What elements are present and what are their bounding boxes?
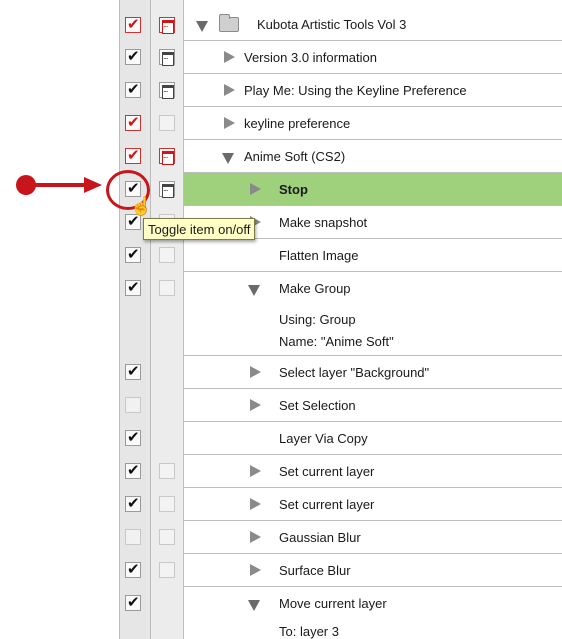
action-toggle-checkbox[interactable] xyxy=(125,113,141,131)
step-dialog-toggle[interactable] xyxy=(159,496,175,512)
step-dialog-toggle[interactable] xyxy=(159,280,175,296)
disclosure-closed-icon[interactable] xyxy=(250,366,261,378)
action-toggle-checkbox[interactable] xyxy=(125,47,141,65)
disclosure-open-icon[interactable] xyxy=(222,153,234,164)
step-toggle-checkbox[interactable] xyxy=(125,494,141,512)
step-toggle-checkbox[interactable] xyxy=(125,362,141,380)
disclosure-closed-icon[interactable] xyxy=(250,465,261,477)
action-dialog-toggle[interactable] xyxy=(159,148,175,165)
action-label: Version 3.0 information xyxy=(244,50,377,65)
annotation-arrowhead xyxy=(84,177,102,193)
step-label: Set current layer xyxy=(279,464,375,479)
step-row[interactable]: Surface Blur xyxy=(184,554,562,587)
step-row-selected[interactable]: Stop xyxy=(184,173,562,206)
disclosure-closed-icon[interactable] xyxy=(224,117,235,129)
disclosure-open-icon[interactable] xyxy=(196,21,208,32)
step-label: Set current layer xyxy=(279,497,375,512)
set-row[interactable]: Kubota Artistic Tools Vol 3 xyxy=(184,8,562,41)
action-label: Anime Soft (CS2) xyxy=(244,149,346,164)
step-toggle-checkbox[interactable] xyxy=(125,593,141,611)
action-toggle-checkbox[interactable] xyxy=(125,146,141,164)
step-dialog-toggle[interactable] xyxy=(159,529,175,545)
step-label: Make Group xyxy=(279,281,351,296)
step-label: Select layer "Background" xyxy=(279,365,430,380)
disclosure-closed-icon[interactable] xyxy=(250,183,261,195)
disclosure-closed-icon[interactable] xyxy=(250,564,261,576)
step-row[interactable]: Set Selection xyxy=(184,389,562,422)
step-label: Layer Via Copy xyxy=(279,431,368,446)
step-toggle-checkbox[interactable] xyxy=(125,461,141,479)
step-label: Set Selection xyxy=(279,398,356,413)
action-row[interactable]: Version 3.0 information xyxy=(184,41,562,74)
step-label: Make snapshot xyxy=(279,215,368,230)
disclosure-open-icon[interactable] xyxy=(248,285,260,296)
step-toggle-checkbox[interactable] xyxy=(125,560,141,578)
step-dialog-toggle[interactable] xyxy=(159,463,175,479)
step-detail: Name: "Anime Soft" xyxy=(279,334,394,349)
disclosure-closed-icon[interactable] xyxy=(224,84,235,96)
action-dialog-toggle[interactable] xyxy=(159,49,175,66)
action-row[interactable]: Anime Soft (CS2) xyxy=(184,140,562,173)
action-label: keyline preference xyxy=(244,116,351,131)
step-label: Gaussian Blur xyxy=(279,530,361,545)
set-dialog-toggle[interactable] xyxy=(159,17,175,34)
step-toggle-checkbox[interactable] xyxy=(125,397,141,413)
disclosure-open-icon[interactable] xyxy=(248,600,260,611)
annotation-dot xyxy=(16,175,36,195)
step-label: Flatten Image xyxy=(279,248,359,263)
step-detail: Using: Group xyxy=(279,312,356,327)
step-row[interactable]: Set current layer xyxy=(184,455,562,488)
set-toggle-checkbox[interactable] xyxy=(125,15,141,33)
step-dialog-toggle[interactable] xyxy=(159,247,175,263)
annotation-arrow xyxy=(34,183,86,187)
action-toggle-checkbox[interactable] xyxy=(125,80,141,98)
step-dialog-toggle[interactable] xyxy=(159,181,175,198)
step-toggle-checkbox[interactable] xyxy=(125,245,141,263)
step-row[interactable]: Flatten Image xyxy=(184,239,562,272)
disclosure-closed-icon[interactable] xyxy=(250,399,261,411)
disclosure-closed-icon[interactable] xyxy=(250,531,261,543)
step-toggle-checkbox[interactable] xyxy=(125,428,141,446)
disclosure-closed-icon[interactable] xyxy=(250,498,261,510)
step-row[interactable]: Gaussian Blur xyxy=(184,521,562,554)
step-dialog-toggle[interactable] xyxy=(159,562,175,578)
action-label: Play Me: Using the Keyline Preference xyxy=(244,83,467,98)
action-dialog-toggle[interactable] xyxy=(159,115,175,131)
hand-cursor-icon: ☝ xyxy=(130,196,153,216)
step-detail: To: layer 3 xyxy=(279,624,339,639)
step-label: Surface Blur xyxy=(279,563,351,578)
tooltip: Toggle item on/off xyxy=(143,218,256,240)
step-row-expanded[interactable]: Move current layer To: layer 3 xyxy=(184,587,562,639)
disclosure-closed-icon[interactable] xyxy=(224,51,235,63)
action-row[interactable]: Play Me: Using the Keyline Preference xyxy=(184,74,562,107)
action-row[interactable]: keyline preference xyxy=(184,107,562,140)
action-dialog-toggle[interactable] xyxy=(159,82,175,99)
step-label: Move current layer xyxy=(279,596,387,611)
step-row[interactable]: Layer Via Copy xyxy=(184,422,562,455)
set-title: Kubota Artistic Tools Vol 3 xyxy=(257,17,407,32)
step-toggle-checkbox[interactable] xyxy=(125,529,141,545)
step-toggle-checkbox[interactable] xyxy=(125,278,141,296)
step-row-expanded[interactable]: Make Group Using: Group Name: "Anime Sof… xyxy=(184,272,562,356)
folder-icon xyxy=(219,14,239,32)
step-row[interactable]: Select layer "Background" xyxy=(184,356,562,389)
step-label: Stop xyxy=(279,182,308,197)
step-row[interactable]: Set current layer xyxy=(184,488,562,521)
